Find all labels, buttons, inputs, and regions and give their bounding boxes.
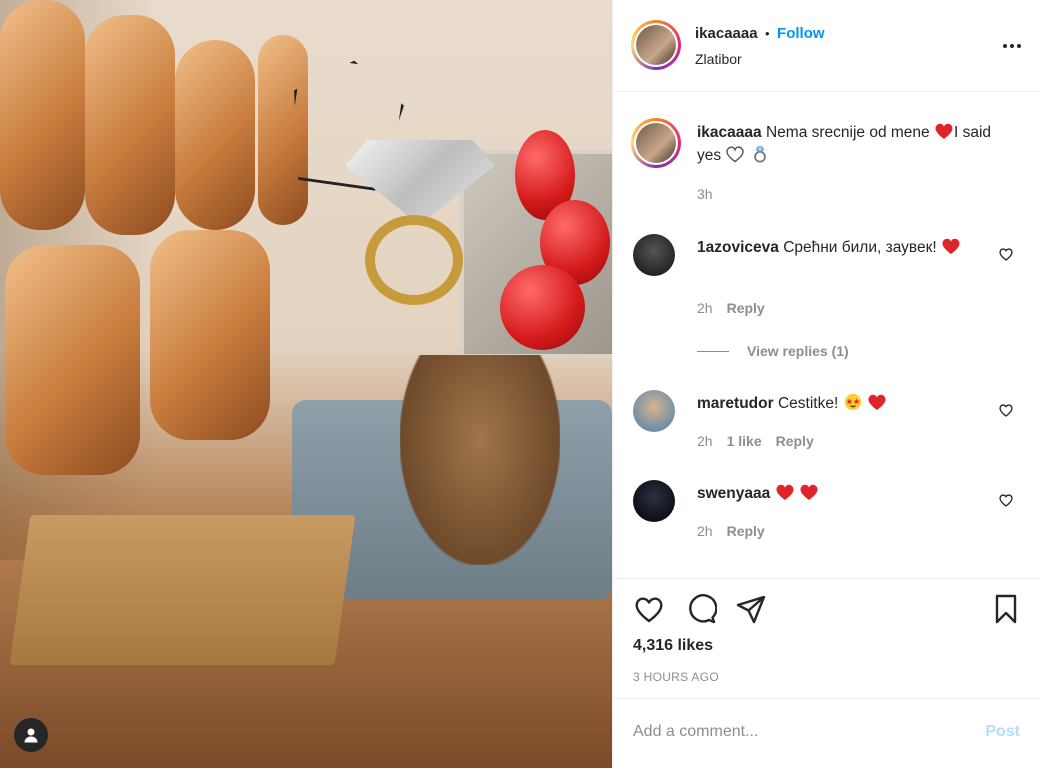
comment-avatar[interactable] [633,390,675,432]
reply-button[interactable]: Reply [776,433,814,449]
red-heart-emoji-icon [935,123,953,139]
comment-username[interactable]: maretudor [697,395,774,412]
post-location[interactable]: Zlatibor [695,51,742,67]
post-sidebar: ikacaaaa • Follow Zlatibor ikacaaaa Nema… [612,0,1040,768]
red-heart-emoji-icon [868,394,886,410]
comment-avatar[interactable] [633,234,675,276]
author-username[interactable]: ikacaaaa [695,25,758,42]
photo-balloon-letter [0,0,85,230]
more-horizontal-icon [1003,44,1021,48]
comment-time: 2h [697,523,713,539]
comment-text: Cestitke! [777,395,839,412]
reply-button[interactable]: Reply [727,523,765,539]
caption-avatar[interactable] [631,118,681,168]
post-comment-button[interactable]: Post [985,723,1020,741]
red-heart-emoji-icon [776,484,794,500]
photo-couple [400,355,560,565]
photo-heart-balloon [500,265,585,350]
comment-time: 2h [697,300,713,316]
photo-balloon-letter [150,230,270,440]
post-timestamp[interactable]: 3 HOURS AGO [633,670,719,684]
add-comment-input[interactable]: Add a comment... [633,723,758,741]
photo-balloon-letter [175,40,255,230]
more-options-button[interactable] [1000,36,1024,56]
post-photo[interactable] [0,0,612,768]
caption-time: 3h [697,186,713,202]
follow-button[interactable]: Follow [777,25,825,42]
caption-text: Nema srecnije od mene [765,124,930,141]
view-replies-button[interactable]: View replies (1) [697,343,849,359]
view-replies-label: View replies (1) [747,343,849,359]
separator-dot: • [765,26,770,41]
comment-likes[interactable]: 1 like [727,433,762,449]
comment-username[interactable]: 1azoviceva [697,239,779,256]
like-comment-icon[interactable] [998,492,1014,508]
photo-table [9,515,356,665]
share-icon[interactable] [735,593,767,625]
photo-ring-balloon [365,215,463,305]
likes-count[interactable]: 4,316 likes [633,637,713,655]
photo-balloon-letter [5,245,140,475]
comment-avatar[interactable] [633,480,675,522]
reply-button[interactable]: Reply [727,300,765,316]
white-heart-emoji-icon [726,146,745,163]
user-icon [24,728,38,743]
caption-username[interactable]: ikacaaaa [697,124,762,141]
comment-time: 2h [697,433,713,449]
tagged-user-button[interactable] [14,718,48,752]
star-struck-emoji-icon [844,393,861,411]
like-comment-icon[interactable] [998,246,1014,262]
red-heart-emoji-icon [800,484,818,500]
comments-list[interactable]: ikacaaaa Nema srecnije od mene I said ye… [613,92,1040,578]
save-bookmark-icon[interactable] [990,593,1022,625]
post-actions: 4,316 likes 3 HOURS AGO [613,578,1040,684]
author-avatar[interactable] [631,20,681,70]
comment-text: Срећни били, заувек! [783,239,937,256]
like-comment-icon[interactable] [998,402,1014,418]
comment-username[interactable]: swenyaaa [697,485,770,502]
comment-icon[interactable] [685,593,717,625]
red-heart-emoji-icon [942,238,960,254]
post-header: ikacaaaa • Follow Zlatibor [613,0,1040,92]
photo-balloon-letter [85,15,175,235]
add-comment-bar: Add a comment... Post [613,698,1040,769]
ring-emoji-icon [753,146,766,163]
like-heart-icon[interactable] [633,593,665,625]
